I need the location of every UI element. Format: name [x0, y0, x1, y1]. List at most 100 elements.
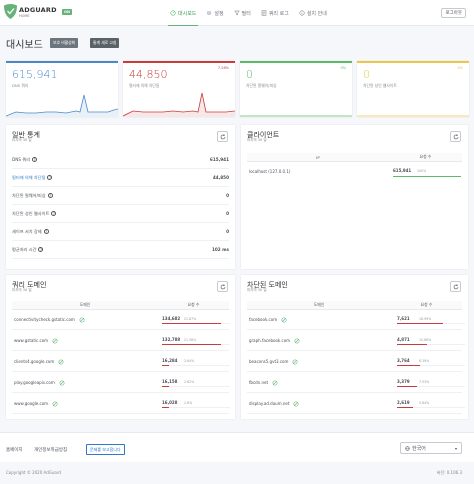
row-value: 615,941 [209, 157, 229, 162]
column-header-domain[interactable]: 도메인 [247, 301, 391, 310]
domain-name[interactable]: clients4.google.com [14, 359, 54, 364]
refresh-stats-button[interactable]: 통계 새로 고침 [90, 38, 120, 48]
row-value: 0 [226, 211, 229, 216]
column-header-domain[interactable]: 도메인 [12, 301, 158, 310]
domain-name[interactable]: beacons5.gvt3.com [249, 359, 288, 364]
help-icon[interactable]: ? [38, 247, 44, 252]
request-bar-fill [397, 386, 418, 388]
domain-name[interactable]: www.gstatic.com [14, 338, 48, 343]
domain-name[interactable]: display.ad.daum.net [249, 401, 289, 406]
logout-button[interactable]: 로그아웃 [441, 8, 466, 18]
general-stats-card: 일반 통계 마지막 30 일 DNS 쿼리? 615,941 필터에 의해 차단… [6, 125, 235, 269]
domain-name[interactable]: facebook.com [249, 317, 277, 322]
nav-settings[interactable]: 설정 [201, 0, 228, 26]
request-bar-fill [397, 344, 427, 346]
refresh-button[interactable] [217, 131, 228, 142]
top-header: ADGUARD HOME ON 대시보드 설정 필터 쿼리 로그 설치 안내 로… [0, 0, 474, 26]
block-domain-icon[interactable] [293, 401, 299, 407]
block-domain-icon[interactable] [272, 380, 278, 386]
nav-filters[interactable]: 필터 [229, 0, 256, 26]
row-value: 0 [226, 193, 229, 198]
help-icon[interactable]: ? [47, 175, 53, 180]
row-value: 0 [226, 229, 229, 234]
info-icon [299, 10, 305, 16]
block-domain-icon[interactable] [292, 359, 298, 365]
request-percent: 8.39% [419, 358, 430, 363]
domain-name[interactable]: play.googleapis.com [14, 380, 55, 385]
help-icon[interactable]: ? [32, 157, 38, 162]
version-text: 버전: 0.106.3 [436, 470, 462, 475]
stat-percent: 0% [340, 66, 346, 70]
request-percent: 2.62% [184, 379, 195, 384]
client-name[interactable]: localhost (127.0.0.1) [249, 169, 290, 174]
adguard-logo-icon[interactable] [4, 4, 17, 19]
help-icon[interactable]: ? [43, 229, 49, 234]
request-count: 16,028 [162, 400, 178, 405]
request-bar-track [162, 344, 230, 346]
top-queried-card: 쿼리 도메인 마지막 30 일 도메인 요청 수 connectivityche… [6, 275, 235, 419]
stat-percent: 7.28% [217, 66, 229, 70]
domain-name[interactable]: connectivitycheck.gstatic.com [14, 317, 75, 322]
stat-row-safesearch: 세이프 서치 강제? 0 [12, 223, 229, 241]
stat-accent-bar [357, 61, 469, 63]
block-domain-icon[interactable] [294, 338, 300, 344]
request-bar-track [162, 323, 230, 325]
row-label-link[interactable]: 필터에 의해 차단됨 [12, 175, 45, 181]
block-domain-icon[interactable] [52, 338, 58, 344]
refresh-button[interactable] [217, 281, 228, 292]
column-header-ip[interactable]: IP [247, 153, 389, 162]
language-value: 한국어 [412, 445, 426, 452]
request-bar-fill [162, 323, 222, 325]
main-nav: 대시보드 설정 필터 쿼리 로그 설치 안내 [165, 0, 332, 26]
request-bar-fill [162, 386, 170, 388]
report-issue-button[interactable]: 문제를 보고합니다 [86, 444, 125, 455]
refresh-button[interactable] [450, 131, 461, 142]
request-bar-track [162, 386, 230, 388]
row-label: 차단된 성인 웹사이트 [12, 210, 50, 216]
privacy-link[interactable]: 개인정보취급방침 [34, 447, 67, 453]
row-label: DNS 쿼리 [12, 156, 31, 162]
refresh-button[interactable] [450, 281, 461, 292]
block-domain-icon[interactable] [52, 401, 58, 407]
stat-accent-bar [123, 61, 235, 63]
homepage-link[interactable]: 홈페이지 [6, 447, 23, 453]
row-value: 102 ms [211, 247, 229, 252]
help-icon[interactable]: ? [47, 193, 53, 198]
block-domain-icon[interactable] [79, 317, 85, 323]
request-bar-fill [397, 365, 420, 367]
domain-name[interactable]: graph.facebook.com [249, 338, 290, 343]
request-bar-track [397, 323, 465, 325]
nav-setup-guide[interactable]: 설치 안내 [294, 0, 332, 26]
help-icon[interactable]: ? [51, 211, 57, 216]
block-domain-icon[interactable] [58, 359, 64, 365]
block-domain-icon[interactable] [59, 380, 65, 386]
log-icon [261, 10, 267, 16]
request-count: 16,158 [162, 379, 178, 384]
nav-query-log[interactable]: 쿼리 로그 [256, 0, 294, 26]
request-bar-track [397, 386, 465, 388]
column-header-requests[interactable]: 요청 수 [389, 153, 462, 162]
domain-name[interactable]: fbcdn.net [249, 380, 268, 385]
request-percent: 21.56% [184, 337, 197, 342]
request-bar-fill [162, 407, 170, 409]
language-select[interactable]: 한국어 ▾ [400, 442, 462, 454]
request-bar-track [397, 407, 465, 409]
gear-icon [207, 10, 212, 16]
stat-card-adult-websites: 0 차단된 성인 웹사이트 0% [357, 61, 469, 117]
column-header-requests[interactable]: 요청 수 [158, 301, 229, 310]
stat-accent-bar [240, 61, 352, 63]
nav-dashboard[interactable]: 대시보드 [165, 0, 201, 26]
domain-row: connectivitycheck.gstatic.com 134,682 21.8… [12, 311, 230, 330]
column-header-requests[interactable]: 요청 수 [391, 301, 462, 310]
request-percent: 10.86% [419, 337, 432, 342]
client-bar-fill [393, 176, 461, 178]
request-count: 3,379 [397, 379, 410, 384]
stat-row-adult: 차단된 성인 웹사이트? 0 [12, 205, 229, 223]
block-domain-icon[interactable] [281, 317, 287, 323]
disable-protection-button[interactable]: 보호 비활성화 [50, 38, 79, 48]
domain-name[interactable]: www.google.com [14, 401, 48, 406]
domain-row: display.ad.daum.net 2,619 5.84% [247, 395, 465, 414]
filter-icon [233, 10, 240, 16]
globe-icon [405, 445, 410, 451]
request-count: 2,619 [397, 400, 410, 405]
